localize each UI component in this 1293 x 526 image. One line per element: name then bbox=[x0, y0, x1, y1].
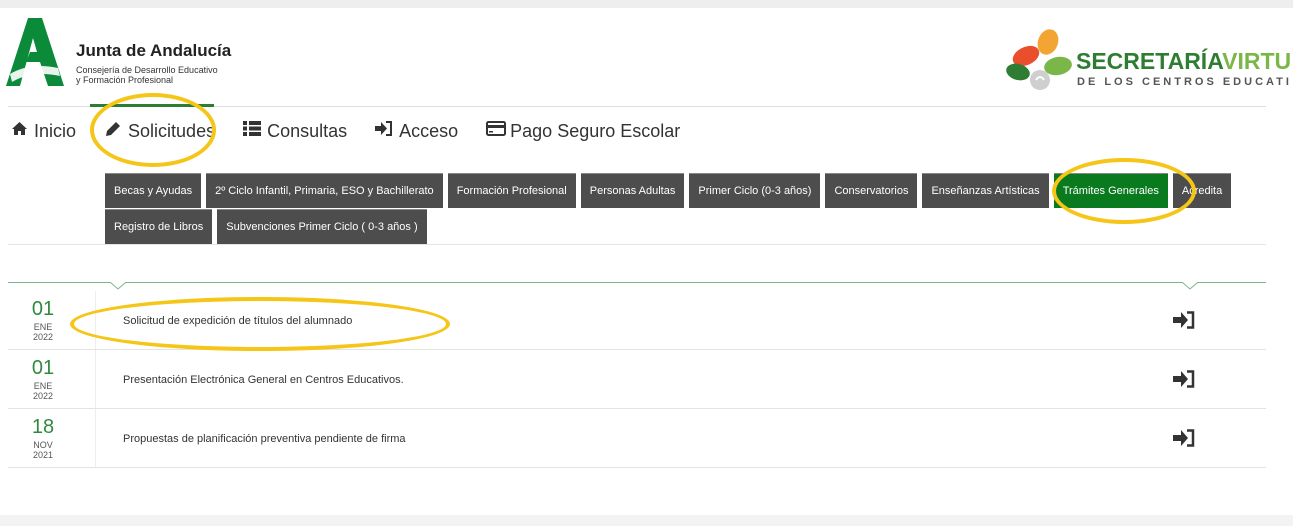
sign-in-icon[interactable] bbox=[1173, 429, 1195, 447]
sv-title-part1: SECRETARÍA bbox=[1076, 48, 1223, 74]
tab-becas-y-ayudas[interactable]: Becas y Ayudas bbox=[105, 173, 202, 208]
credit-card-icon bbox=[486, 121, 507, 141]
junta-logo-icon bbox=[6, 18, 64, 86]
tab-formacion-profesional[interactable]: Formación Profesional bbox=[447, 173, 576, 208]
date-badge: 18 NOV 2021 bbox=[8, 409, 96, 467]
org-subtitle: Consejería de Desarrollo Educativo y For… bbox=[76, 65, 218, 85]
list-item[interactable]: 18 NOV 2021 Propuestas de planificación … bbox=[8, 409, 1266, 468]
tab-primer-ciclo[interactable]: Primer Ciclo (0-3 años) bbox=[689, 173, 821, 208]
tab-registro-de-libros[interactable]: Registro de Libros bbox=[105, 209, 213, 244]
nav-item-label: Acceso bbox=[399, 120, 459, 141]
home-icon bbox=[10, 121, 28, 141]
tab-personas-adultas[interactable]: Personas Adultas bbox=[580, 173, 685, 208]
date-month: ENE bbox=[33, 381, 53, 391]
procedure-title[interactable]: Propuestas de planificación preventiva p… bbox=[123, 433, 406, 445]
list-item[interactable]: 01 ENE 2022 Presentación Electrónica Gen… bbox=[8, 350, 1266, 409]
sign-in-icon[interactable] bbox=[1173, 370, 1195, 388]
nav-item-label: Inicio bbox=[34, 120, 77, 141]
nav-item-label: Solicitudes bbox=[128, 120, 216, 141]
bottom-bar bbox=[0, 515, 1293, 526]
date-year: 2021 bbox=[32, 450, 54, 460]
org-subtitle-line-2: y Formación Profesional bbox=[76, 75, 174, 85]
date-badge: 01 ENE 2022 bbox=[8, 291, 96, 349]
date-day: 18 bbox=[31, 416, 55, 438]
date-year: 2022 bbox=[32, 391, 54, 401]
tab-tramites-generales[interactable]: Trámites Generales bbox=[1053, 173, 1168, 208]
tab-segundo-ciclo-infantil[interactable]: 2º Ciclo Infantil, Primaria, ESO y Bachi… bbox=[206, 173, 443, 208]
date-month: ENE bbox=[33, 322, 53, 332]
procedure-title[interactable]: Solicitud de expedición de títulos del a… bbox=[123, 315, 352, 327]
category-divider bbox=[8, 244, 1266, 245]
nav-item-acceso[interactable]: Acceso bbox=[375, 121, 458, 142]
tab-ensenanzas-artisticas[interactable]: Enseñanzas Artísticas bbox=[922, 173, 1049, 208]
sv-title-part2: VIRTU bbox=[1222, 48, 1292, 74]
secretaria-virtual-subtitle: DE LOS CENTROS EDUCATI bbox=[1077, 76, 1292, 88]
category-tabs-row-1: Becas y Ayudas 2º Ciclo Infantil, Primar… bbox=[105, 173, 1236, 208]
secretaria-virtual-logo-icon bbox=[1006, 29, 1072, 90]
nav-item-inicio[interactable]: Inicio bbox=[10, 121, 76, 142]
procedure-list: 01 ENE 2022 Solicitud de expedición de t… bbox=[8, 291, 1266, 468]
pencil-icon bbox=[104, 121, 122, 142]
org-title: Junta de Andalucía bbox=[76, 41, 232, 60]
sign-in-icon[interactable] bbox=[1173, 311, 1195, 329]
org-subtitle-line-1: Consejería de Desarrollo Educativo bbox=[76, 65, 218, 75]
secretaria-virtual-title: SECRETARÍAVIRTU bbox=[1076, 48, 1291, 75]
list-icon bbox=[243, 121, 262, 141]
nav-item-pago-seguro-escolar[interactable]: Pago Seguro Escolar bbox=[486, 121, 680, 142]
main-nav: Inicio Solicitudes Consultas Acceso Pago… bbox=[10, 116, 708, 146]
top-bar bbox=[0, 0, 1293, 8]
date-month: NOV bbox=[33, 440, 53, 450]
tab-subvenciones-primer-ciclo[interactable]: Subvenciones Primer Ciclo ( 0-3 años ) bbox=[217, 209, 427, 244]
list-top-divider bbox=[8, 282, 1266, 283]
date-day: 01 bbox=[31, 298, 55, 320]
category-tabs-row-2: Registro de Libros Subvenciones Primer C… bbox=[105, 209, 432, 244]
active-nav-indicator bbox=[90, 104, 214, 107]
nav-item-label: Pago Seguro Escolar bbox=[510, 120, 681, 141]
nav-item-label: Consultas bbox=[267, 120, 348, 141]
caret-down-icon bbox=[1182, 282, 1198, 290]
nav-item-solicitudes[interactable]: Solicitudes bbox=[104, 121, 215, 142]
nav-item-consultas[interactable]: Consultas bbox=[243, 121, 347, 142]
page: Junta de Andalucía Consejería de Desarro… bbox=[0, 0, 1293, 526]
caret-down-icon bbox=[110, 282, 126, 290]
tab-conservatorios[interactable]: Conservatorios bbox=[825, 173, 918, 208]
list-item[interactable]: 01 ENE 2022 Solicitud de expedición de t… bbox=[8, 291, 1266, 350]
tab-acredita[interactable]: Acredita bbox=[1172, 173, 1232, 208]
procedure-title[interactable]: Presentación Electrónica General en Cent… bbox=[123, 374, 404, 386]
sign-in-icon bbox=[375, 121, 393, 141]
date-badge: 01 ENE 2022 bbox=[8, 350, 96, 408]
date-day: 01 bbox=[31, 357, 55, 379]
date-year: 2022 bbox=[32, 332, 54, 342]
